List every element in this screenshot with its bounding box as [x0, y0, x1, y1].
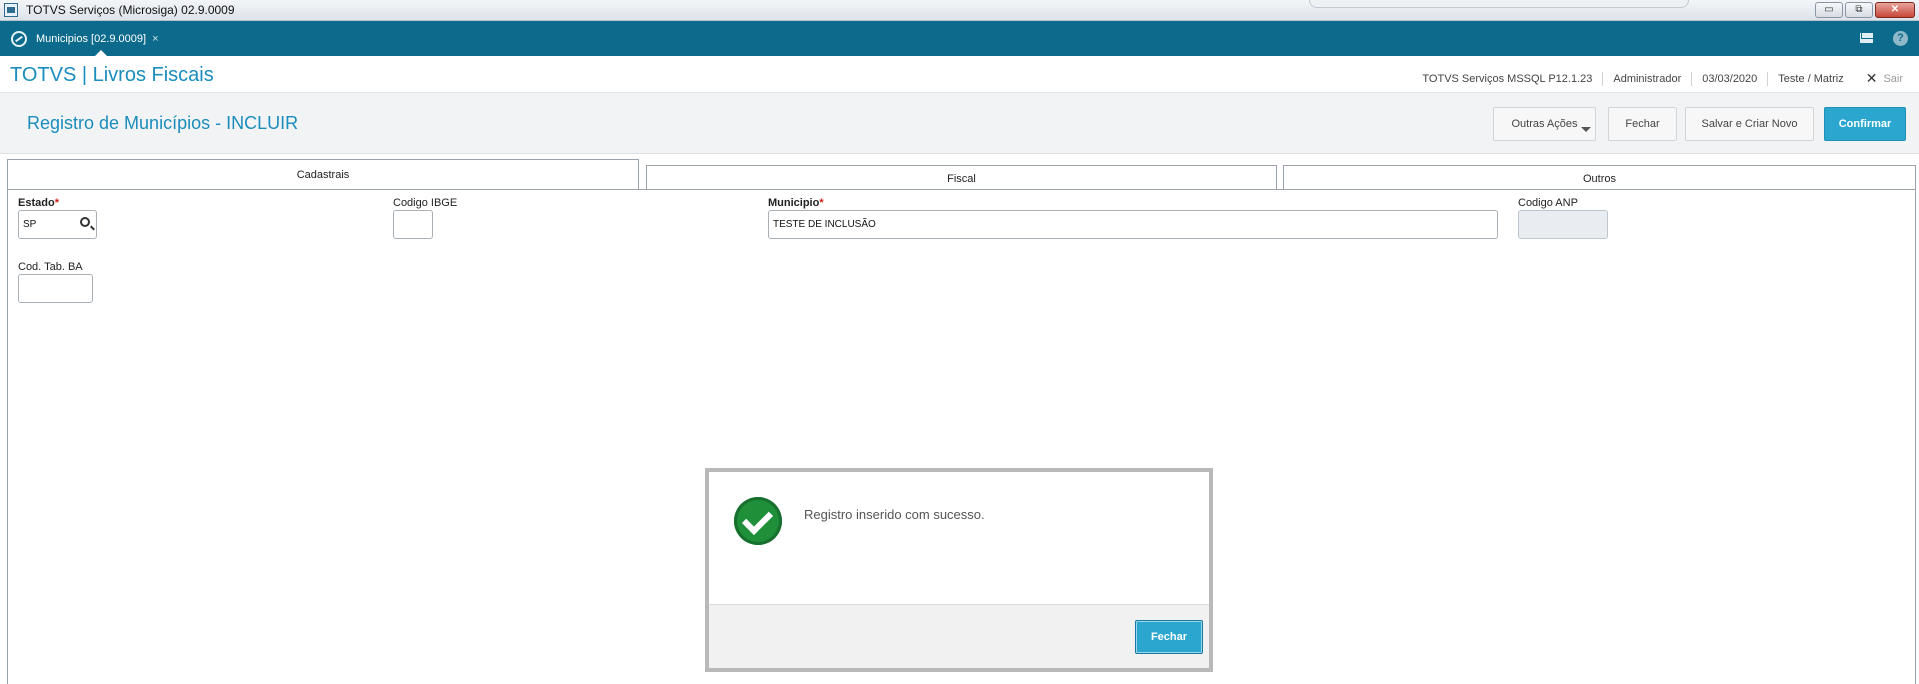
exit-close-icon: ✕ — [1865, 70, 1878, 86]
tab-fiscal[interactable]: Fiscal — [646, 165, 1277, 190]
codigo-ibge-field[interactable] — [393, 210, 433, 239]
window-close-button[interactable]: ✕ — [1875, 2, 1915, 18]
header-info: TOTVS Serviços MSSQL P12.1.23 Administra… — [1412, 70, 1903, 87]
exit-label: Sair — [1883, 72, 1903, 85]
exit-button[interactable]: ✕ Sair — [1854, 70, 1903, 87]
cod-tab-ba-field[interactable] — [18, 274, 93, 303]
dialog-footer: Fechar — [709, 604, 1209, 668]
required-mark: * — [54, 197, 59, 209]
confirm-button[interactable]: Confirmar — [1824, 107, 1906, 141]
codigo-anp-label: Codigo ANP — [1518, 197, 1578, 209]
save-and-new-button[interactable]: Salvar e Criar Novo — [1685, 107, 1814, 141]
tab-divider — [639, 189, 1916, 190]
dialog-message: Registro inserido com sucesso. — [804, 507, 985, 522]
app-tabbar: Municipios [02.9.0009] × ? — [0, 21, 1919, 56]
estado-field[interactable]: SP — [18, 210, 97, 239]
dialog-close-button[interactable]: Fechar — [1135, 620, 1203, 654]
close-button[interactable]: Fechar — [1608, 107, 1677, 141]
environment-label[interactable]: TOTVS Serviços MSSQL P12.1.23 — [1412, 71, 1604, 86]
restore-button[interactable]: ⧉ — [1845, 2, 1873, 18]
municipio-label-text: Municipio — [768, 197, 820, 209]
brand-title: TOTVS | Livros Fiscais — [10, 64, 214, 86]
page-toolbar: Registro de Municípios - INCLUIR Outras … — [0, 92, 1919, 154]
dialog-body: Registro inserido com sucesso. — [709, 472, 1209, 604]
window-title: TOTVS Serviços (Microsiga) 02.9.0009 — [26, 3, 235, 17]
window-grip[interactable] — [1309, 0, 1689, 8]
estado-label: Estado* — [18, 197, 59, 209]
tab-close-icon[interactable]: × — [152, 33, 158, 45]
codigo-anp-field[interactable] — [1518, 210, 1608, 239]
minimize-button[interactable]: ▭ — [1815, 2, 1843, 18]
other-actions-button[interactable]: Outras Ações — [1493, 107, 1596, 141]
municipio-label: Municipio* — [768, 197, 824, 209]
other-actions-label: Outras Ações — [1511, 118, 1578, 130]
company-label[interactable]: Teste / Matriz — [1768, 72, 1853, 86]
mail-icon[interactable] — [1860, 33, 1873, 43]
tab-outros[interactable]: Outros — [1283, 165, 1916, 190]
municipio-field[interactable]: TESTE DE INCLUSÃO — [768, 210, 1498, 239]
search-icon[interactable] — [80, 217, 90, 227]
tab-municipios-label: Municipios [02.9.0009] — [36, 33, 147, 45]
app-window-icon — [4, 3, 18, 17]
chevron-down-icon — [1581, 127, 1591, 132]
home-icon[interactable] — [11, 31, 27, 47]
success-dialog: Registro inserido com sucesso. Fechar — [705, 468, 1213, 672]
window-titlebar: TOTVS Serviços (Microsiga) 02.9.0009 ▭ ⧉… — [0, 0, 1919, 21]
page-title: Registro de Municípios - INCLUIR — [27, 113, 299, 133]
success-dialog-content: Registro inserido com sucesso. Fechar — [709, 472, 1209, 668]
app-header: TOTVS | Livros Fiscais TOTVS Serviços MS… — [0, 56, 1919, 92]
cod-tab-ba-label: Cod. Tab. BA — [18, 261, 83, 273]
date-label[interactable]: 03/03/2020 — [1692, 71, 1769, 86]
estado-label-text: Estado — [18, 197, 55, 209]
check-circle-icon — [734, 497, 782, 545]
required-mark: * — [819, 197, 824, 209]
tab-cadastrais[interactable]: Cadastrais — [7, 159, 639, 189]
help-icon[interactable]: ? — [1893, 31, 1908, 46]
user-label[interactable]: Administrador — [1603, 71, 1693, 86]
window-controls: ▭ ⧉ ✕ — [1815, 2, 1915, 18]
codigo-ibge-label: Codigo IBGE — [393, 197, 458, 209]
estado-value: SP — [23, 219, 37, 230]
